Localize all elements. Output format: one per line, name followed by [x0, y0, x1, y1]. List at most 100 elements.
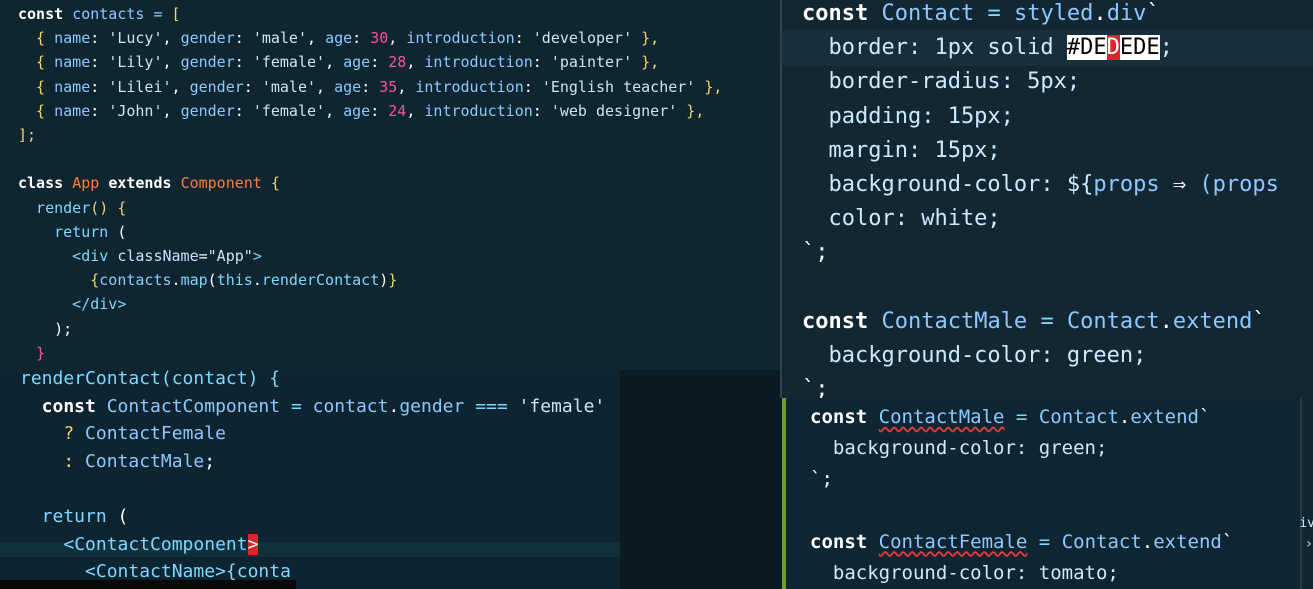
code-token: ];: [18, 126, 37, 144]
code-token: },: [632, 29, 660, 48]
code-token: </: [18, 295, 91, 314]
code-line: const contacts = [: [18, 2, 181, 26]
code-token: =: [1004, 406, 1039, 428]
code-token: contacts: [99, 271, 172, 290]
code-token: },: [695, 77, 723, 96]
code-token: ContactComponent: [74, 533, 248, 555]
code-token: introduction: [406, 29, 515, 48]
code-token: `: [1221, 530, 1234, 553]
code-token: ContactMale: [878, 406, 1005, 428]
code-line: const ContactFemale = Contact.extend`: [810, 527, 1233, 558]
code-line: <div className="App">: [18, 244, 262, 268]
code-token: const: [802, 308, 882, 334]
code-token: div: [1106, 1, 1147, 26]
code-token: :: [532, 53, 551, 72]
code-token: :: [523, 77, 542, 96]
chevron-right-icon[interactable]: ›: [1305, 536, 1313, 552]
code-panel-styled: const Contact = styled.div` border: 1px …: [780, 0, 1313, 398]
code-token: 28: [388, 53, 407, 72]
code-token: 'female': [252, 53, 326, 72]
code-token: color: white;: [802, 206, 1001, 232]
code-token: =: [144, 5, 172, 23]
code-token: :: [90, 29, 109, 48]
code-token: ;: [1159, 35, 1173, 61]
code-line: border-radius: 5px;: [802, 65, 1080, 99]
code-token: ,: [406, 53, 425, 72]
code-line: render() {: [18, 196, 126, 220]
side-fragment: iv: [1299, 516, 1313, 531]
code-line: return (: [20, 503, 129, 531]
code-token: ;: [204, 450, 216, 472]
code-token: extends: [108, 174, 181, 193]
code-token: Component: [180, 174, 271, 193]
code-token: extend: [1153, 530, 1222, 553]
code-token: name: [54, 77, 91, 96]
code-token: ): [379, 271, 389, 290]
code-token: },: [677, 101, 705, 120]
code-token: {: [18, 53, 55, 72]
scrollbar[interactable]: [1300, 398, 1302, 589]
code-token: ContactFemale: [85, 423, 226, 445]
code-token: >: [252, 247, 262, 265]
code-token: (props: [1199, 172, 1279, 197]
code-token: extend: [1172, 308, 1253, 334]
code-line: renderContact(contact) {: [20, 370, 280, 393]
code-token: className: [117, 247, 199, 265]
code-token: :: [234, 29, 253, 48]
code-token: {: [18, 271, 100, 290]
code-token: :: [90, 101, 109, 120]
code-token: :: [352, 29, 371, 48]
code-token: background-color: green;: [802, 343, 1147, 368]
code-token: {: [270, 174, 280, 193]
code-line: ];: [18, 123, 36, 147]
code-token: },: [632, 53, 660, 72]
code-line: const ContactMale = Contact.extend`: [802, 305, 1266, 339]
code-token: render: [18, 198, 91, 217]
code-token: gender: [180, 101, 235, 120]
code-token: .: [171, 271, 181, 290]
code-token: EDE: [1119, 35, 1160, 61]
code-line: }: [18, 341, 45, 365]
code-token: ⇒: [1172, 172, 1200, 197]
code-token: introduction: [415, 77, 524, 96]
code-token: Contact: [881, 1, 988, 26]
code-token: `;: [802, 377, 829, 398]
code-token: 'female': [518, 395, 606, 417]
code-token: (): [90, 198, 118, 217]
code-token: 30: [370, 29, 389, 48]
code-token: name: [54, 53, 91, 72]
code-token: 'Lily': [108, 53, 163, 72]
code-token: :: [361, 77, 380, 96]
code-token: }: [388, 271, 398, 290]
code-line: return (: [18, 220, 126, 244]
code-token: return: [20, 506, 118, 527]
code-token: .: [1093, 1, 1107, 26]
code-token: ContactMale: [881, 308, 1041, 334]
code-token: (: [207, 271, 217, 290]
code-line: `;: [810, 464, 833, 495]
code-token: ===: [475, 395, 519, 417]
code-token: (: [117, 506, 129, 527]
code-token: 'Lilei': [108, 77, 172, 96]
code-token: background-color: ${: [802, 172, 1094, 197]
code-token: ,: [406, 101, 425, 120]
code-token: D: [1106, 35, 1120, 61]
code-line: `;: [802, 373, 829, 398]
code-line: { name: 'Lilei', gender: 'male', age: 35…: [18, 75, 722, 99]
code-panel-extend: const ContactMale = Contact.extend` back…: [782, 398, 1313, 589]
code-token: .: [1141, 530, 1154, 553]
code-token: :: [234, 101, 253, 120]
code-line: background-color: tomato;: [810, 558, 1119, 589]
code-line: background-color: green;: [810, 433, 1108, 464]
code-token: {: [18, 77, 55, 96]
code-token: {: [18, 29, 55, 48]
code-token: contact: [312, 395, 389, 417]
code-line: : ContactMale;: [20, 448, 215, 476]
code-panel-data: const contacts = [ { name: 'Lucy', gende…: [0, 0, 780, 370]
code-token: =: [198, 247, 208, 265]
code-token: [: [171, 5, 181, 23]
code-token: 'web designer': [550, 101, 678, 120]
code-token: "App": [207, 247, 253, 265]
code-token: .: [1159, 308, 1173, 334]
code-token: 'male': [252, 29, 307, 48]
